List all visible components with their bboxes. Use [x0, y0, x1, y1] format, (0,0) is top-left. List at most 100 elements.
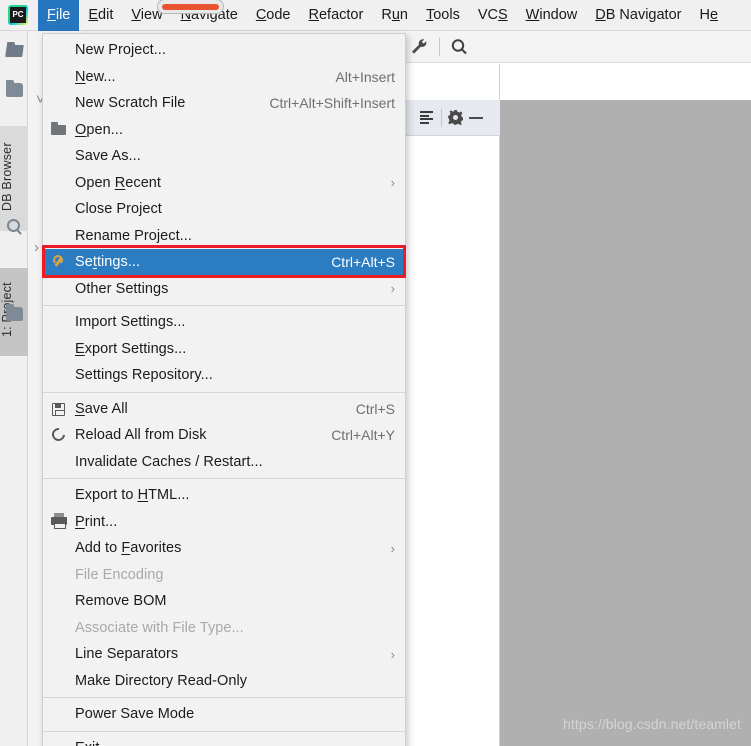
watermark-text: https://blog.csdn.net/teamlet — [562, 716, 741, 732]
menu-item-icon-slot — [43, 336, 75, 363]
menubar-item-refactor[interactable]: Refactor — [300, 0, 373, 31]
menu-item-invalidate-caches-restart[interactable]: Invalidate Caches / Restart... — [43, 449, 405, 476]
menu-separator — [43, 305, 405, 306]
menu-item-new-project[interactable]: New Project... — [43, 37, 405, 64]
project-pane-header — [403, 100, 500, 136]
collapse-all-icon[interactable] — [420, 111, 435, 124]
menu-item-label: Open Recent — [75, 174, 162, 191]
menu-item-open[interactable]: Open... — [43, 117, 405, 144]
menu-item-label: Open... — [75, 121, 123, 138]
menu-item-remove-bom[interactable]: Remove BOM — [43, 588, 405, 615]
main-menu-bar: FileEditViewNavigateCodeRefactorRunTools… — [0, 0, 751, 31]
menu-item-add-to-favorites[interactable]: Add to Favorites › — [43, 535, 405, 562]
toolbar-divider-2 — [439, 37, 440, 56]
menu-item-other-settings[interactable]: Other Settings › — [43, 276, 405, 303]
menu-item-settings[interactable]: Settings... Ctrl+Alt+S — [43, 249, 405, 276]
menu-item-icon-slot — [43, 615, 75, 642]
menubar-item-edit[interactable]: Edit — [79, 0, 122, 31]
menu-item-exit[interactable]: Exit — [43, 735, 405, 746]
menu-item-label: Rename Project... — [75, 227, 192, 244]
search-icon[interactable] — [7, 219, 20, 232]
menubar-item-vcs[interactable]: VCS — [469, 0, 517, 31]
menu-item-rename-project[interactable]: Rename Project... — [43, 223, 405, 250]
folder-open-icon — [43, 117, 75, 144]
menu-item-icon-slot — [43, 196, 75, 223]
menu-item-icon-slot — [43, 170, 75, 197]
menu-item-shortcut: Ctrl+Alt+Y — [331, 427, 395, 444]
menu-item-label: Line Separators — [75, 646, 179, 663]
menu-separator — [43, 697, 405, 698]
file-menu-dropdown: New Project... New... Alt+Insert New Scratc… — [42, 33, 406, 746]
menu-item-save-all[interactable]: Save All Ctrl+S — [43, 396, 405, 423]
menu-item-icon-slot — [43, 276, 75, 303]
menu-item-export-settings[interactable]: Export Settings... — [43, 336, 405, 363]
settings-wrench-icon[interactable] — [407, 36, 433, 58]
menu-item-label: Make Directory Read-Only — [75, 672, 248, 689]
left-activity-bar: DB Browser 1: Project — [0, 31, 28, 746]
menu-item-label: Settings... — [75, 254, 141, 271]
print-icon — [43, 509, 75, 536]
menu-item-icon-slot — [43, 588, 75, 615]
menu-item-icon-slot — [43, 90, 75, 117]
folder-icon[interactable] — [6, 80, 23, 97]
menu-item-new-scratch-file[interactable]: New Scratch File Ctrl+Alt+Shift+Insert — [43, 90, 405, 117]
menu-item-icon-slot — [43, 143, 75, 170]
menu-item-label: Invalidate Caches / Restart... — [75, 453, 263, 470]
sidebar-item-db-browser[interactable]: DB Browser — [0, 126, 28, 231]
menu-item-shortcut: Ctrl+Alt+S — [331, 254, 395, 271]
menu-item-icon-slot — [43, 562, 75, 589]
menu-item-icon-slot — [43, 535, 75, 562]
folder-open-icon[interactable] — [5, 45, 24, 57]
menu-item-settings-repository[interactable]: Settings Repository... — [43, 362, 405, 389]
menu-item-label: New Scratch File — [75, 95, 186, 112]
menu-item-shortcut: Ctrl+S — [355, 400, 395, 417]
menu-separator — [43, 730, 405, 732]
menu-item-label: Exit — [75, 740, 395, 746]
hide-icon[interactable] — [469, 116, 483, 119]
chevron-right-icon: › — [390, 646, 395, 662]
menubar-item-file[interactable]: File — [38, 0, 80, 31]
menu-item-label: Save As... — [75, 148, 141, 165]
menu-item-icon-slot — [43, 735, 75, 746]
menu-item-export-to-html[interactable]: Export to HTML... — [43, 482, 405, 509]
cursor-capsule-annotation — [157, 0, 224, 14]
menubar-item-db-navigator[interactable]: DB Navigator — [586, 0, 690, 31]
menu-item-shortcut: Alt+Insert — [335, 68, 395, 85]
menu-item-shortcut: Ctrl+Alt+Shift+Insert — [269, 95, 395, 112]
menu-item-label: Settings Repository... — [75, 367, 213, 384]
header-divider — [441, 108, 442, 127]
menu-item-import-settings[interactable]: Import Settings... — [43, 309, 405, 336]
menu-item-label: Export Settings... — [75, 340, 187, 357]
menu-item-associate-with-file-type: Associate with File Type... — [43, 615, 405, 642]
chevron-right-icon: › — [390, 540, 395, 556]
project-folder-icon[interactable] — [6, 304, 23, 321]
menu-item-power-save-mode[interactable]: Power Save Mode — [43, 701, 405, 728]
menu-item-icon-slot — [43, 37, 75, 64]
menu-item-label: Add to Favorites — [75, 540, 182, 557]
wrench-icon — [43, 249, 75, 276]
pycharm-logo-icon — [8, 5, 28, 25]
menubar-item-tools[interactable]: Tools — [417, 0, 469, 31]
menu-item-label: Import Settings... — [75, 314, 186, 331]
menubar-item-run[interactable]: Run — [372, 0, 417, 31]
menu-item-make-directory-read-only[interactable]: Make Directory Read-Only — [43, 668, 405, 695]
gear-icon[interactable] — [448, 110, 463, 125]
menu-item-open-recent[interactable]: Open Recent › — [43, 170, 405, 197]
menu-item-icon-slot — [43, 309, 75, 336]
search-everywhere-icon[interactable] — [446, 36, 472, 58]
menu-item-new[interactable]: New... Alt+Insert — [43, 64, 405, 91]
menubar-item-code[interactable]: Code — [247, 0, 300, 31]
menu-item-close-project[interactable]: Close Project — [43, 196, 405, 223]
menubar-item-he[interactable]: He — [690, 0, 727, 31]
menu-item-save-as[interactable]: Save As... — [43, 143, 405, 170]
menu-separator — [43, 391, 405, 393]
menu-separator — [43, 478, 405, 479]
menu-item-reload-all-from-disk[interactable]: Reload All from Disk Ctrl+Alt+Y — [43, 422, 405, 449]
menu-item-print[interactable]: Print... — [43, 509, 405, 536]
menu-item-line-separators[interactable]: Line Separators › — [43, 641, 405, 668]
menubar-item-window[interactable]: Window — [517, 0, 587, 31]
chevron-right-icon[interactable]: › — [34, 239, 39, 256]
menu-item-label: Print... — [75, 513, 118, 530]
sidebar-item-label: DB Browser — [0, 142, 14, 211]
menu-item-icon-slot — [43, 449, 75, 476]
